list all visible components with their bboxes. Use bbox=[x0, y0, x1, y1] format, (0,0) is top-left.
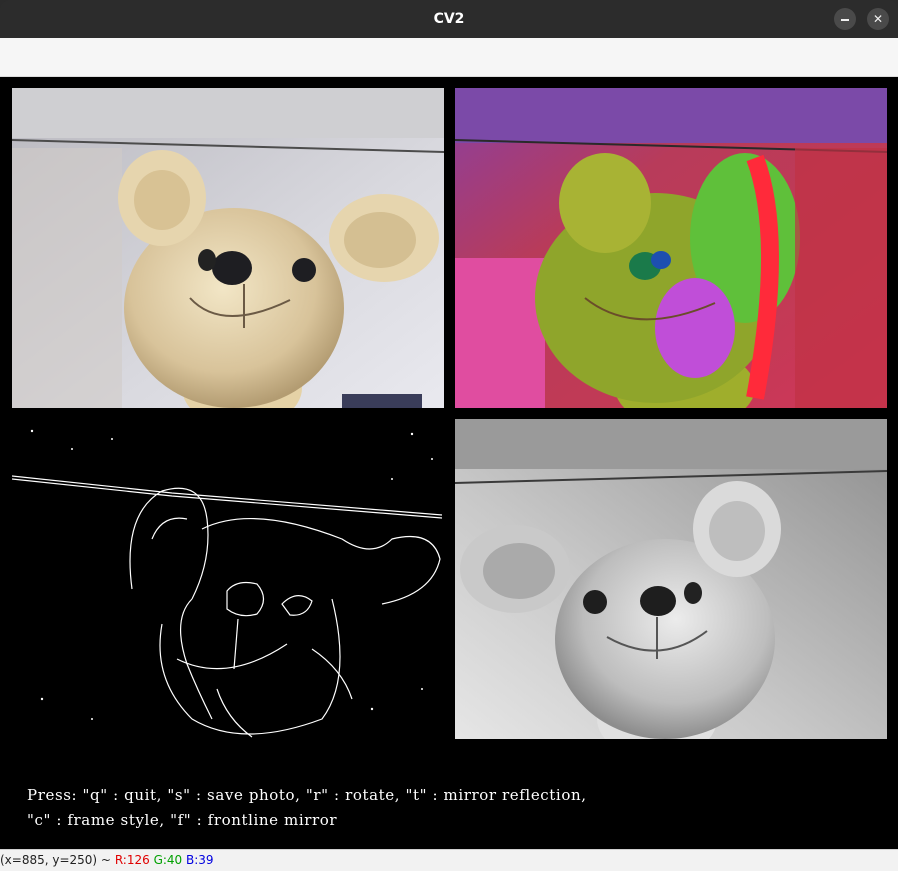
minimize-button[interactable] bbox=[834, 8, 856, 30]
toolbar bbox=[0, 38, 898, 77]
pixel-green-value: G:40 bbox=[153, 853, 183, 867]
instructions-line-1: Press: "q" : quit, "s" : save photo, "r"… bbox=[27, 786, 587, 804]
keyboard-instructions: Press: "q" : quit, "s" : save photo, "r"… bbox=[27, 783, 587, 833]
instructions-line-2: "c" : frame style, "f" : frontline mirro… bbox=[27, 811, 338, 829]
grayscale-image-panel bbox=[455, 419, 887, 739]
teddy-bear-edge-detection-image bbox=[12, 419, 444, 739]
image-canvas[interactable]: Press: "q" : quit, "s" : save photo, "r"… bbox=[0, 77, 898, 849]
minimize-icon bbox=[841, 19, 849, 21]
window-titlebar[interactable]: CV2 ✕ bbox=[0, 0, 898, 38]
close-icon: ✕ bbox=[872, 12, 884, 26]
pixel-blue-value: B:39 bbox=[186, 853, 214, 867]
teddy-bear-color-image bbox=[12, 88, 444, 408]
teddy-bear-grayscale-mirrored-image bbox=[455, 419, 887, 739]
edge-detection-image-panel bbox=[12, 419, 444, 739]
window-title: CV2 bbox=[433, 11, 465, 27]
cursor-coordinates: (x=885, y=250) ~ bbox=[0, 853, 111, 867]
original-image-panel bbox=[12, 88, 444, 408]
false-color-image-panel bbox=[455, 88, 887, 408]
close-button[interactable]: ✕ bbox=[867, 8, 889, 30]
teddy-bear-false-color-image bbox=[455, 88, 887, 408]
status-bar: (x=885, y=250) ~ R:126 G:40 B:39 bbox=[0, 849, 898, 871]
pixel-red-value: R:126 bbox=[114, 853, 150, 867]
